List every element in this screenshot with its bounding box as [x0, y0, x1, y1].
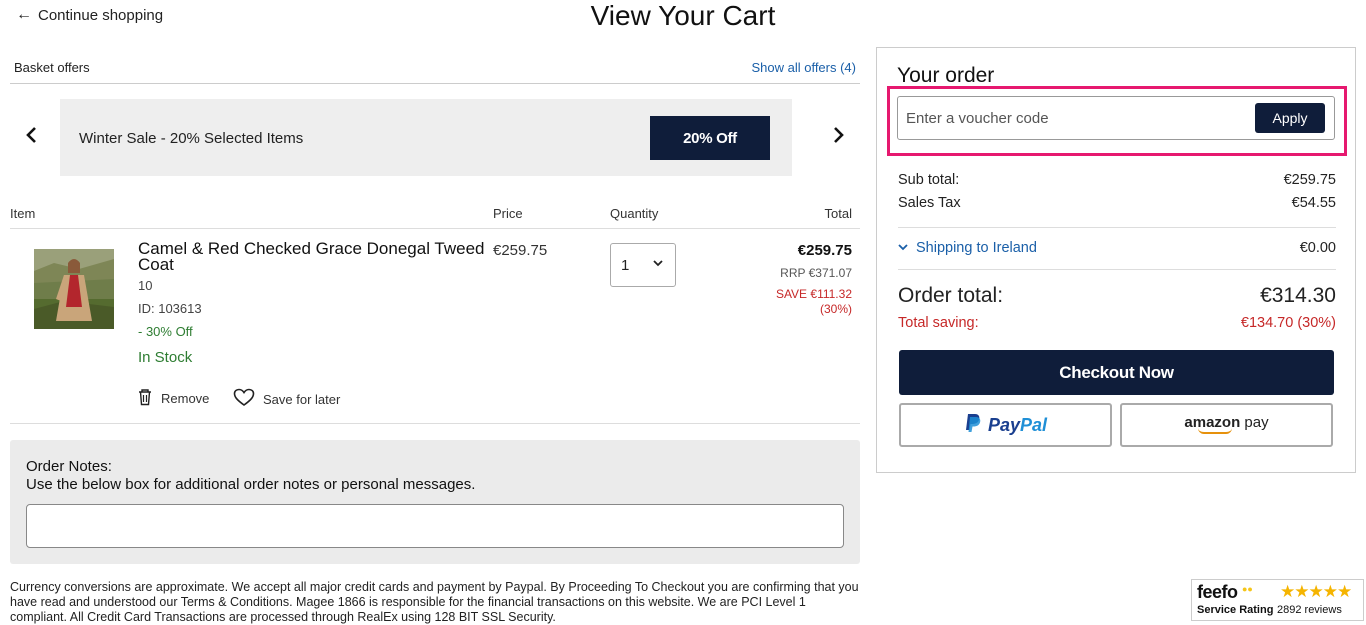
order-total-row: Order total: €314.30 [898, 284, 1336, 308]
column-header-price: Price [493, 206, 523, 221]
subtotal-value: €259.75 [1283, 172, 1336, 188]
paypal-button[interactable]: PayPal [899, 403, 1112, 447]
order-summary-panel: Your order Apply Sub total: €259.75 Sale… [876, 47, 1356, 473]
order-notes-panel: Order Notes: Use the below box for addit… [10, 440, 860, 564]
checkout-now-button[interactable]: Checkout Now [899, 350, 1334, 395]
feefo-review-count: 2892 reviews [1277, 604, 1342, 616]
amazon-pay-button[interactable]: amazon pay [1120, 403, 1333, 447]
subtotal-label: Sub total: [898, 172, 960, 188]
paypal-logo-text: PayPal [987, 414, 1048, 435]
product-price: €259.75 [493, 242, 548, 259]
chevron-down-icon [653, 256, 663, 270]
feefo-logo: feefo [1197, 582, 1238, 602]
basket-offers-header: Basket offers Show all offers (4) [10, 59, 860, 84]
feefo-eyes-icon: ●● [1242, 584, 1253, 594]
shipping-toggle[interactable]: Shipping to Ireland [898, 240, 1037, 256]
line-total: €259.75 [797, 242, 852, 259]
order-notes-title: Order Notes: [26, 458, 112, 475]
trash-icon [137, 388, 153, 409]
star-rating-icon: ★★★★★ [1280, 582, 1352, 601]
rrp-price: RRP €371.07 [780, 266, 852, 280]
offer-card: Winter Sale - 20% Selected Items 20% Off [60, 99, 792, 176]
paypal-icon [964, 413, 982, 438]
product-size: 10 [138, 278, 153, 293]
divider [898, 269, 1336, 270]
column-header-item: Item [10, 206, 36, 221]
amazon-pay-logo: amazon pay [1184, 415, 1269, 434]
save-for-later-button[interactable]: Save for later [233, 388, 340, 410]
chevron-right-icon[interactable] [832, 124, 846, 150]
voucher-code-input[interactable] [906, 107, 1246, 129]
quantity-select[interactable]: 1 [610, 243, 676, 287]
order-notes-subtitle: Use the below box for additional order n… [26, 476, 476, 493]
chevron-down-icon [898, 242, 908, 254]
offer-button[interactable]: 20% Off [650, 116, 770, 160]
total-saving-label: Total saving: [898, 315, 979, 331]
feefo-rating-badge[interactable]: feefo ●● Service Rating ★★★★★ 2892 revie… [1191, 579, 1364, 621]
shipping-label: Shipping to Ireland [916, 240, 1037, 256]
divider [10, 228, 860, 229]
show-all-offers-link[interactable]: Show all offers (4) [751, 60, 856, 75]
order-total-label: Order total: [898, 284, 1004, 307]
chevron-left-icon[interactable] [24, 124, 38, 150]
remove-label: Remove [161, 391, 210, 406]
total-saving-row: Total saving: €134.70 (30%) [898, 315, 1336, 331]
offer-text: Winter Sale - 20% Selected Items [79, 130, 304, 147]
order-summary-title: Your order [897, 64, 995, 87]
divider [898, 227, 1336, 228]
voucher-field: Apply [897, 96, 1335, 140]
sales-tax-label: Sales Tax [898, 195, 961, 211]
save-value: SAVE €111.32 [775, 287, 852, 301]
shipping-row: Shipping to Ireland €0.00 [898, 240, 1336, 256]
shipping-value: €0.00 [1299, 240, 1336, 256]
sales-tax-row: Sales Tax €54.55 [898, 195, 1336, 211]
divider [10, 423, 860, 424]
checkout-disclaimer: Currency conversions are approximate. We… [10, 580, 859, 624]
order-total-value: €314.30 [1260, 284, 1336, 307]
column-header-quantity: Quantity [610, 206, 659, 221]
column-header-total: Total [824, 206, 852, 221]
order-notes-input[interactable] [26, 504, 844, 548]
quantity-value: 1 [621, 257, 630, 274]
product-name[interactable]: Camel & Red Checked Grace Donegal Tweed … [138, 240, 488, 273]
subtotal-row: Sub total: €259.75 [898, 172, 1336, 188]
save-for-later-label: Save for later [263, 391, 341, 407]
product-image[interactable] [34, 249, 114, 329]
sales-tax-value: €54.55 [1291, 195, 1336, 211]
save-percent: (30%) [819, 302, 852, 316]
basket-offers-label: Basket offers [14, 60, 90, 75]
remove-button[interactable]: Remove [137, 388, 209, 409]
total-saving-value: €134.70 (30%) [1240, 315, 1336, 331]
product-discount: - 30% Off [138, 324, 193, 339]
stock-status: In Stock [138, 349, 193, 366]
product-id: ID: 103613 [138, 301, 202, 316]
amazon-smile-icon [1197, 428, 1232, 434]
page-title: View Your Cart [590, 0, 776, 31]
apply-voucher-button[interactable]: Apply [1255, 103, 1325, 133]
save-amount: SAVE €111.32 (30%) [776, 287, 852, 317]
heart-icon [233, 388, 255, 410]
feefo-service-rating-label: Service Rating [1197, 604, 1274, 616]
